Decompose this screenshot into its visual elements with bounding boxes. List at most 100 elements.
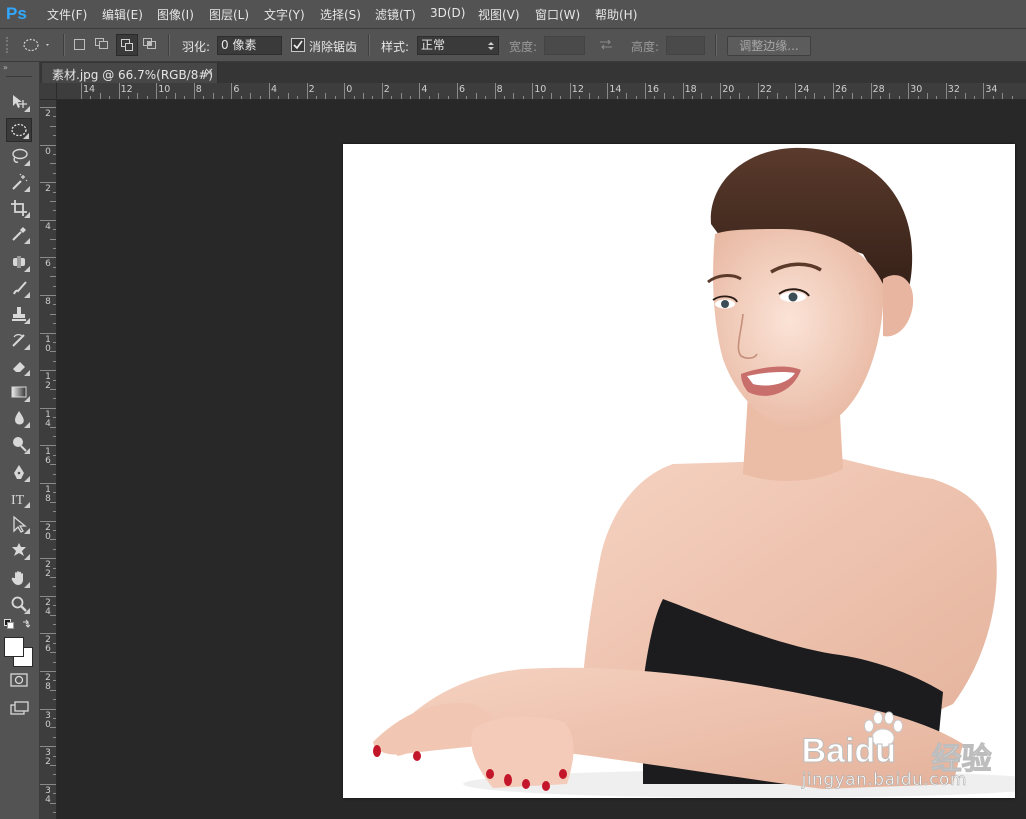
hand-tool[interactable] — [6, 566, 32, 590]
lasso-tool[interactable] — [6, 144, 32, 168]
ruler-minor-tick — [513, 93, 515, 99]
new-selection-icon[interactable] — [74, 39, 85, 50]
ruler-major-tick — [532, 83, 534, 99]
tool-group-indicator — [24, 502, 30, 508]
eyedropper-tool[interactable] — [6, 222, 32, 246]
type-tool[interactable]: IT — [6, 486, 32, 510]
ruler-minor-tick — [739, 93, 740, 99]
antialias-checkbox[interactable] — [291, 38, 305, 52]
elliptical-marquee-tool[interactable] — [6, 118, 32, 142]
gradient-tool[interactable] — [6, 380, 32, 404]
ruler-minor-tick — [50, 765, 56, 766]
ruler-minor-tick — [287, 93, 289, 99]
ruler-label: 0 — [45, 146, 51, 157]
custom-shape-tool[interactable] — [6, 538, 32, 562]
clone-stamp-tool[interactable] — [6, 302, 32, 326]
menu-window[interactable]: 窗口(W) — [535, 6, 580, 23]
blur-tool[interactable] — [6, 406, 32, 430]
ruler-minor-tick — [53, 229, 56, 231]
ruler-major-tick — [40, 295, 56, 296]
ruler-minor-tick — [109, 96, 111, 99]
brush-tool[interactable] — [6, 276, 32, 300]
ruler-major-tick — [156, 83, 158, 99]
menu-type[interactable]: 文字(Y) — [264, 6, 305, 23]
menu-3d[interactable]: 3D(D) — [430, 6, 465, 20]
ruler-label: 0 — [346, 84, 353, 95]
ruler-major-tick — [40, 783, 56, 785]
ruler-minor-tick — [692, 96, 693, 99]
ruler-minor-tick — [53, 548, 56, 550]
menu-layer[interactable]: 图层(L) — [209, 6, 249, 23]
baidu-watermark: Baidu 经验 jingyan.baidu.com — [801, 711, 992, 790]
ruler-minor-tick — [475, 93, 477, 99]
screen-mode-icon[interactable] — [10, 700, 30, 716]
ruler-major-tick — [494, 83, 496, 99]
separator — [715, 34, 717, 56]
zoom-tool[interactable] — [6, 592, 32, 616]
ruler-major-tick — [40, 445, 56, 447]
ruler-label: 2 — [45, 184, 51, 195]
tool-group-indicator — [24, 106, 30, 112]
ruler-major-tick — [40, 332, 56, 334]
refine-edge-button[interactable]: 调整边缘... — [727, 36, 811, 56]
menu-filter[interactable]: 滤镜(T) — [375, 6, 416, 23]
ruler-minor-tick — [1011, 96, 1013, 99]
crop-tool[interactable] — [6, 196, 32, 220]
ruler-major-tick — [118, 83, 120, 99]
ruler-major-tick — [306, 83, 308, 99]
history-brush-tool[interactable] — [6, 328, 32, 352]
ruler-minor-tick — [504, 96, 505, 99]
ruler-minor-tick — [53, 774, 56, 776]
height-input[interactable] — [666, 36, 705, 55]
ruler-minor-tick — [50, 577, 56, 578]
tool-group-indicator — [24, 238, 30, 244]
swap-dimensions-icon[interactable] — [599, 39, 613, 53]
quick-mask-icon[interactable] — [10, 673, 28, 687]
document-tab[interactable]: 素材.jpg @ 66.7%(RGB/8#) × — [42, 63, 218, 83]
vertical-ruler[interactable]: 20246810121416182022242628303234 — [40, 99, 57, 819]
eraser-tool[interactable] — [6, 354, 32, 378]
menu-help[interactable]: 帮助(H) — [595, 6, 637, 23]
ruler-minor-tick — [814, 93, 816, 99]
menu-edit[interactable]: 编辑(E) — [102, 6, 143, 23]
close-tab-icon[interactable]: × — [204, 65, 214, 79]
ruler-minor-tick — [175, 93, 176, 99]
ruler-minor-tick — [551, 93, 552, 99]
add-to-selection-icon[interactable] — [95, 38, 109, 53]
width-label: 宽度: — [509, 40, 538, 54]
ruler-minor-tick — [391, 96, 393, 99]
default-colors-icon[interactable] — [4, 619, 32, 631]
dodge-tool[interactable] — [6, 432, 32, 456]
ruler-minor-tick — [240, 96, 242, 99]
menu-select[interactable]: 选择(S) — [320, 6, 361, 23]
pen-tool[interactable] — [6, 460, 32, 484]
feather-input[interactable]: 0 像素 — [217, 36, 282, 55]
menu-view[interactable]: 视图(V) — [478, 6, 520, 23]
ruler-minor-tick — [353, 96, 355, 99]
move-tool[interactable] — [6, 90, 32, 114]
ruler-minor-tick — [128, 96, 129, 99]
tool-group-indicator — [24, 292, 30, 298]
subtract-from-selection-icon[interactable] — [116, 34, 138, 56]
document-canvas[interactable]: Baidu 经验 jingyan.baidu.com — [343, 144, 1015, 798]
horizontal-ruler[interactable]: 14 12 10 8 6 4 2 0 2 4 6 8 10 12 14 16 18 20 22 24 26 28 30 32 3… — [40, 83, 1026, 100]
ruler-major-tick — [40, 219, 56, 221]
ruler-major-tick — [40, 708, 56, 710]
menu-image[interactable]: 图像(I) — [157, 6, 194, 23]
magic-wand-tool[interactable] — [6, 170, 32, 194]
spot-healing-tool[interactable] — [6, 250, 32, 274]
collapse-panel-icon[interactable]: » — [3, 63, 8, 72]
width-input[interactable] — [544, 36, 585, 55]
style-select[interactable]: 正常 — [417, 36, 499, 55]
ruler-minor-tick — [53, 812, 56, 813]
intersect-selection-icon[interactable] — [143, 38, 157, 53]
ruler-minor-tick — [184, 96, 186, 99]
foreground-color-swatch[interactable] — [4, 637, 24, 657]
menu-file[interactable]: 文件(F) — [47, 6, 87, 23]
tool-group-indicator — [24, 318, 30, 324]
path-selection-tool[interactable] — [6, 512, 32, 536]
ruler-origin[interactable] — [40, 83, 57, 100]
ellipse-preset-icon[interactable] — [22, 38, 52, 55]
ruler-minor-tick — [964, 93, 966, 99]
select-arrows-icon — [488, 42, 494, 50]
